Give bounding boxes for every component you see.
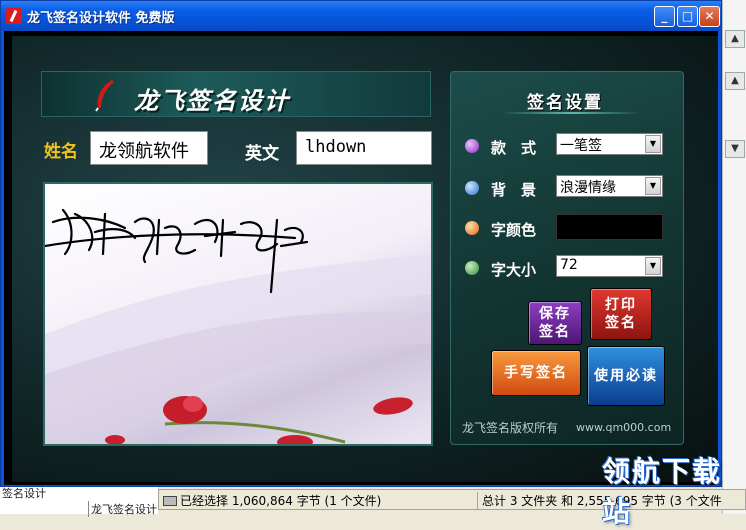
client-area: 龙飞签名设计 姓名 龙领航软件 英文 lhdown 签名设置 款 式 一笔签 ▼… — [4, 31, 718, 485]
scroll-handle-icon[interactable]: ▲ — [725, 72, 745, 90]
english-label: 英文 — [245, 144, 279, 164]
chevron-down-icon[interactable]: ▼ — [645, 135, 661, 153]
settings-title: 签名设置 — [527, 93, 603, 113]
scroll-up-icon[interactable]: ▲ — [725, 30, 745, 48]
print-signature-label: 打印签名 — [605, 296, 637, 331]
settings-panel: 签名设置 款 式 一笔签 ▼ 背 景 浪漫情缘 ▼ 字颜色 字大小 72 ▼ 保… — [450, 71, 684, 445]
maximize-button[interactable]: □ — [677, 6, 698, 27]
style-select-value: 一笔签 — [560, 138, 602, 154]
style-label: 款 式 — [491, 139, 537, 157]
close-button[interactable]: ✕ — [699, 6, 720, 27]
banner-title: 龙飞签名设计 — [134, 87, 290, 115]
save-signature-button[interactable]: 保存签名 — [528, 301, 582, 345]
chevron-down-icon[interactable]: ▼ — [645, 177, 661, 195]
watermark-text: 领航下载站 — [602, 455, 723, 528]
print-signature-button[interactable]: 打印签名 — [590, 288, 652, 340]
green-orb-icon — [465, 261, 479, 275]
save-signature-label: 保存签名 — [539, 305, 571, 340]
minimize-button[interactable]: _ — [654, 6, 675, 27]
handwrite-signature-button[interactable]: 手写签名 — [491, 350, 581, 396]
name-label: 姓名 — [44, 142, 78, 162]
copyright-text: 龙飞签名版权所有 — [462, 421, 559, 435]
scroll-arrow-icon[interactable]: ▼ — [725, 140, 745, 158]
chevron-down-icon[interactable]: ▼ — [645, 257, 661, 275]
background-list-item[interactable]: 龙飞签名设计 — [88, 501, 157, 517]
status-selected: 已经选择 1,060,864 字节 (1 个文件) — [163, 492, 381, 509]
signature-preview — [43, 182, 433, 446]
style-select[interactable]: 一笔签 ▼ — [556, 133, 663, 155]
divider — [501, 112, 641, 114]
app-canvas: 龙飞签名设计 姓名 龙领航软件 英文 lhdown 签名设置 款 式 一笔签 ▼… — [12, 36, 718, 482]
background-explorer-scrollbar: ▲ ▲ ▼ — [722, 0, 746, 514]
app-logo-icon — [6, 8, 22, 24]
must-read-label: 使用必读 — [594, 367, 658, 384]
must-read-button[interactable]: 使用必读 — [587, 346, 665, 406]
color-label: 字颜色 — [491, 221, 537, 239]
name-input[interactable]: 龙领航软件 — [90, 131, 208, 165]
website-text: www.qm000.com — [576, 421, 672, 434]
logo-banner: 龙飞签名设计 — [41, 71, 431, 117]
background-select[interactable]: 浪漫情缘 ▼ — [556, 175, 663, 197]
background-select-value: 浪漫情缘 — [560, 180, 616, 196]
background-list-item[interactable]: 签名设计 — [2, 485, 46, 501]
quill-logo-icon — [95, 80, 114, 112]
blue-orb-icon — [465, 181, 479, 195]
size-select[interactable]: 72 ▼ — [556, 255, 663, 277]
preview-art — [45, 208, 431, 444]
color-swatch[interactable] — [556, 214, 663, 240]
window-title: 龙飞签名设计软件 免费版 — [27, 11, 175, 26]
status-selected-text: 已经选择 1,060,864 字节 (1 个文件) — [180, 494, 382, 508]
size-label: 字大小 — [491, 261, 537, 279]
title-bar[interactable]: 龙飞签名设计软件 免费版 _ □ ✕ — [1, 1, 721, 31]
background-explorer-list: 签名设计 龙飞签名设计 — [0, 484, 158, 517]
background-label: 背 景 — [491, 181, 537, 199]
app-window: 龙飞签名设计软件 免费版 _ □ ✕ 龙飞签名设计 姓名 龙领航软件 英文 lh… — [0, 0, 722, 487]
drive-icon — [163, 496, 177, 506]
size-select-value: 72 — [560, 257, 578, 273]
english-input[interactable]: lhdown — [296, 131, 432, 165]
handwrite-signature-label: 手写签名 — [504, 364, 568, 381]
purple-orb-icon — [465, 139, 479, 153]
orange-orb-icon — [465, 221, 479, 235]
